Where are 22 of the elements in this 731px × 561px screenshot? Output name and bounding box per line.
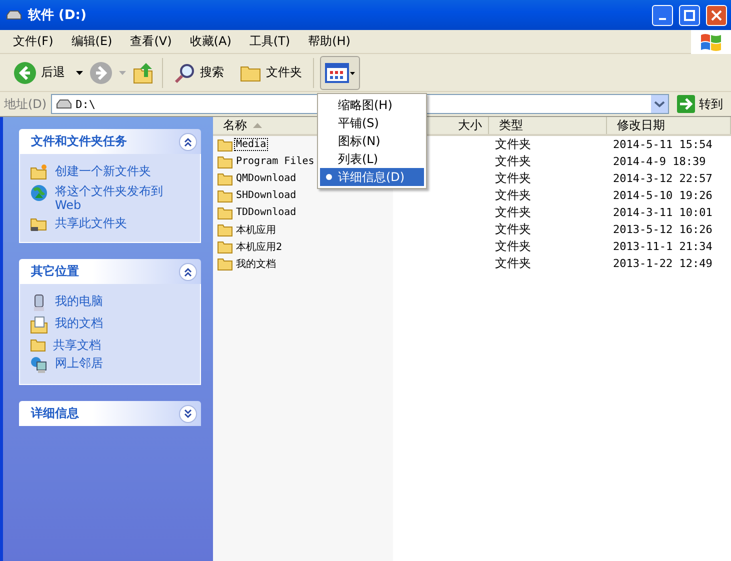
file-type: 文件夹 [494,136,532,153]
file-type: 文件夹 [494,187,532,204]
file-type: 文件夹 [494,170,532,187]
modified-date: 2013-5-12 16:26 [612,222,714,238]
window-title: 软件 (D:) [28,7,88,24]
address-value: D:\ [76,98,96,110]
modified-date: 2014-5-10 19:26 [612,188,714,204]
file-type: 文件夹 [494,153,532,170]
file-type: 文件夹 [494,255,532,272]
panel-title: 其它位置 [31,263,79,280]
address-label: 地址(D) [4,96,47,112]
file-type: 文件夹 [494,204,532,221]
modified-date: 2013-1-22 12:49 [612,256,714,272]
file-type: 文件夹 [494,221,532,238]
modified-date: 2014-5-11 15:54 [612,137,714,153]
modified-date: 2014-4-9 18:39 [612,154,707,170]
modified-date: 2013-11-1 21:34 [612,239,714,255]
file-type: 文件夹 [494,238,532,255]
panel-title: 详细信息 [31,405,79,422]
modified-date: 2014-3-12 22:57 [612,171,714,187]
panel-title: 文件和文件夹任务 [31,133,127,150]
modified-date: 2014-3-11 10:01 [612,205,714,221]
